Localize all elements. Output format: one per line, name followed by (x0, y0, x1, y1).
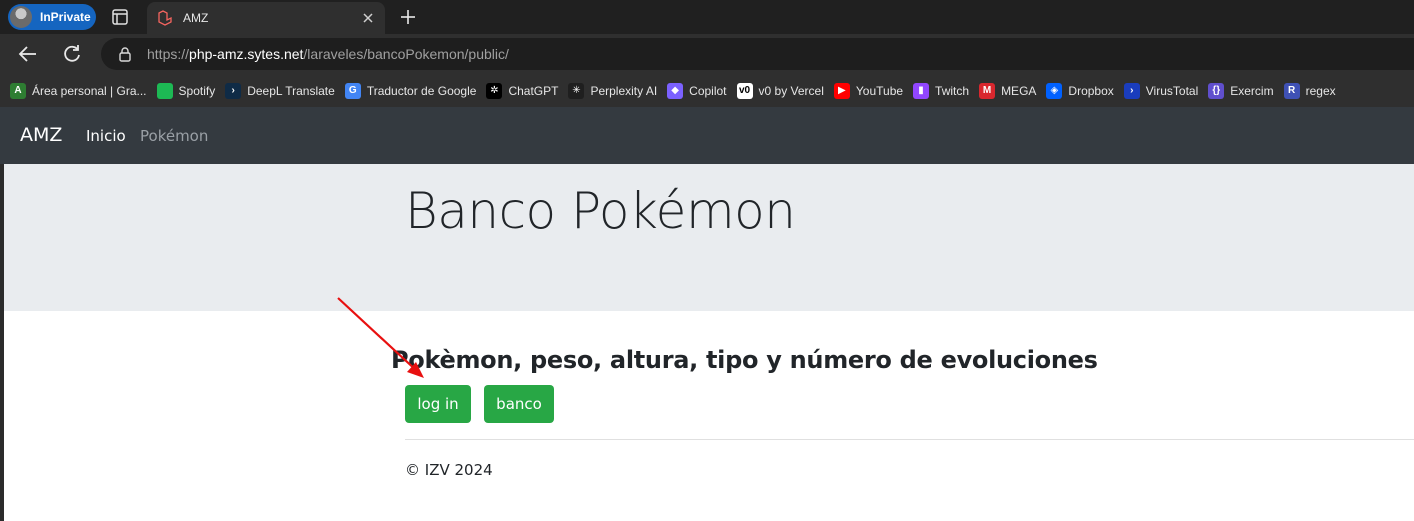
url-host: php-amz.sytes.net (189, 46, 304, 62)
footer-divider (405, 439, 1414, 440)
bookmark-favicon-icon: › (1123, 82, 1140, 99)
close-tab-icon[interactable] (359, 9, 377, 27)
bookmark-item[interactable]: ▮ Twitch (913, 82, 970, 99)
bookmark-item[interactable]: ◈ Dropbox (1046, 82, 1114, 99)
bookmark-item[interactable]: ◆ Copilot (667, 82, 727, 99)
bookmark-label: Copilot (689, 83, 727, 98)
bookmark-favicon-icon: ▶ (833, 82, 850, 99)
jumbotron: Banco Pokémon (4, 164, 1414, 311)
bookmark-item[interactable]: {} Exercim (1208, 82, 1274, 99)
bookmark-item[interactable]: A Área personal | Gra... (10, 82, 147, 99)
bookmark-item[interactable]: Spotify (156, 82, 216, 99)
bookmark-item[interactable]: ✲ ChatGPT (486, 82, 559, 99)
bookmark-favicon-icon: {} (1208, 82, 1225, 99)
inprivate-label: InPrivate (40, 10, 91, 24)
nav-link-inicio[interactable]: Inicio (86, 127, 126, 145)
nav-link-pokemon[interactable]: Pokémon (140, 127, 208, 145)
bookmark-label: YouTube (855, 83, 904, 98)
bookmark-favicon-icon: › (225, 82, 242, 99)
laravel-favicon-icon (158, 10, 172, 26)
bookmark-favicon-icon: R (1283, 82, 1300, 99)
bookmark-label: VirusTotal (1145, 83, 1199, 98)
bookmark-label: ChatGPT (508, 83, 559, 98)
navbar-brand[interactable]: AMZ (20, 124, 62, 146)
bookmark-item[interactable]: v0 v0 by Vercel (736, 82, 824, 99)
banco-button[interactable]: banco (484, 385, 554, 423)
bookmark-label: Twitch (935, 83, 970, 98)
bookmark-item[interactable]: G Traductor de Google (344, 82, 477, 99)
bookmark-label: Dropbox (1068, 83, 1114, 98)
bookmark-item[interactable]: › VirusTotal (1123, 82, 1199, 99)
login-button[interactable]: log in (405, 385, 471, 423)
tab-title: AMZ (183, 11, 209, 25)
page-title: Banco Pokémon (405, 182, 796, 240)
address-toolbar: https://php-amz.sytes.net/laraveles/banc… (0, 34, 1414, 74)
bookmark-label: Traductor de Google (366, 83, 477, 98)
bookmark-label: DeepL Translate (247, 83, 335, 98)
bookmark-favicon-icon: G (344, 82, 361, 99)
bookmark-label: Área personal | Gra... (32, 83, 147, 98)
browser-tab-strip: InPrivate AMZ (0, 0, 1414, 34)
section-subtitle: Pokèmon, peso, altura, tipo y número de … (391, 346, 1098, 374)
profile-avatar (10, 6, 32, 28)
bookmark-item[interactable]: › DeepL Translate (225, 82, 335, 99)
inprivate-profile-button[interactable]: InPrivate (8, 4, 96, 30)
url-bar[interactable]: https://php-amz.sytes.net/laraveles/banc… (101, 38, 1414, 70)
bookmark-favicon-icon: M (979, 82, 996, 99)
bookmarks-bar: A Área personal | Gra... Spotify › DeepL Tra… (0, 74, 1414, 107)
bookmark-favicon-icon: ✲ (486, 82, 503, 99)
bookmark-label: Exercim (1230, 83, 1274, 98)
web-page: AMZ Inicio Pokémon Banco Pokémon Pokèmon… (0, 107, 1414, 521)
bookmark-label: regex (1305, 83, 1336, 98)
bookmark-favicon-icon (156, 82, 173, 99)
url-path: /laraveles/bancoPokemon/public/ (303, 46, 509, 62)
active-tab[interactable]: AMZ (147, 2, 385, 34)
bookmark-item[interactable]: M MEGA (979, 82, 1037, 99)
lock-icon[interactable] (117, 46, 133, 62)
url-scheme: https:// (147, 46, 190, 62)
footer-copyright: © IZV 2024 (405, 461, 493, 479)
new-tab-icon[interactable] (398, 7, 418, 27)
refresh-icon[interactable] (60, 42, 84, 66)
bookmark-favicon-icon: ◆ (667, 82, 684, 99)
bookmark-favicon-icon: v0 (736, 82, 753, 99)
bookmark-favicon-icon: ▮ (913, 82, 930, 99)
bookmark-label: MEGA (1001, 83, 1037, 98)
bookmark-favicon-icon: ✳ (568, 82, 585, 99)
bookmark-favicon-icon: A (10, 82, 26, 99)
bookmark-item[interactable]: Rregex (1283, 82, 1336, 99)
bookmark-label: v0 by Vercel (758, 83, 824, 98)
bookmark-item[interactable]: ✳ Perplexity AI (568, 82, 658, 99)
bookmark-label: Spotify (178, 83, 216, 98)
bookmark-favicon-icon: ◈ (1046, 82, 1063, 99)
bookmark-item[interactable]: ▶ YouTube (833, 82, 904, 99)
back-arrow-icon[interactable] (16, 42, 40, 66)
tab-actions-icon[interactable] (111, 8, 129, 26)
site-navbar: AMZ Inicio Pokémon (0, 107, 1414, 164)
bookmark-label: Perplexity AI (590, 83, 658, 98)
